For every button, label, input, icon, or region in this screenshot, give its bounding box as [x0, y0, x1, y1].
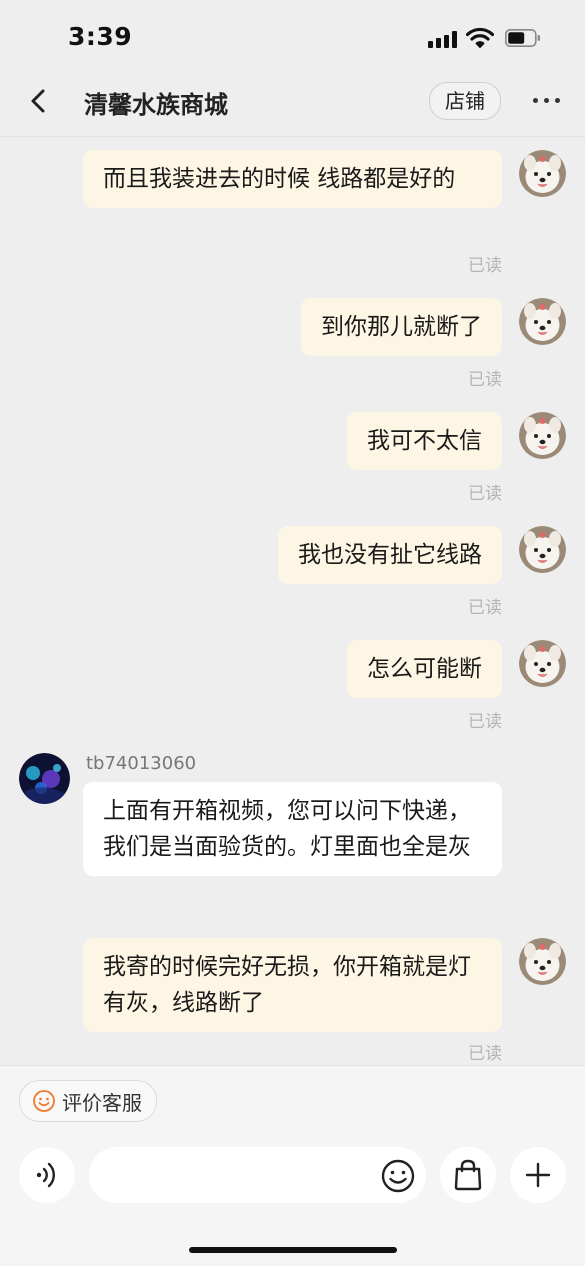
wifi-icon [466, 27, 494, 48]
shop-avatar[interactable] [19, 753, 70, 804]
message-text: 怎么可能断 [367, 656, 482, 682]
voice-icon [36, 1162, 55, 1188]
message-bubble-outgoing[interactable]: 怎么可能断 [347, 640, 502, 698]
message-text: 我寄的时候完好无损，你开箱就是灯有灰，线路断了 [103, 954, 471, 1016]
message-text: 而且我装进去的时候 线路都是好的 [103, 166, 456, 192]
shopping-bag-icon [454, 1159, 482, 1191]
rate-service-button[interactable]: 评价客服 [19, 1080, 157, 1122]
more-icon[interactable] [533, 98, 563, 106]
sender-name: tb74013060 [86, 753, 197, 774]
plus-icon [525, 1162, 551, 1188]
smile-icon [33, 1090, 55, 1112]
message-text: 到你那儿就断了 [321, 314, 482, 340]
avatar[interactable] [519, 150, 566, 197]
message-bubble-outgoing[interactable]: 我寄的时候完好无损，你开箱就是灯有灰，线路断了 [83, 938, 502, 1032]
home-indicator [189, 1247, 397, 1253]
read-status: 已读 [468, 1044, 502, 1064]
avatar[interactable] [519, 298, 566, 345]
avatar[interactable] [519, 412, 566, 459]
message-text: 上面有开箱视频，您可以问下快递，我们是当面验货的。灯里面也全是灰 [103, 798, 471, 860]
avatar[interactable] [519, 938, 566, 985]
read-status: 已读 [468, 712, 502, 732]
shop-button[interactable]: 店铺 [429, 82, 501, 120]
message-bubble-incoming[interactable]: 上面有开箱视频，您可以问下快递，我们是当面验货的。灯里面也全是灰 [83, 782, 502, 876]
read-status: 已读 [468, 370, 502, 390]
voice-button[interactable] [19, 1147, 75, 1203]
message-text: 我也没有扯它线路 [298, 542, 482, 568]
status-time: 3:39 [68, 22, 133, 51]
rate-service-label: 评价客服 [62, 1090, 142, 1115]
message-text: 我可不太信 [367, 428, 482, 454]
message-bubble-outgoing[interactable]: 到你那儿就断了 [301, 298, 502, 356]
back-icon[interactable] [24, 86, 54, 116]
battery-icon [505, 29, 540, 47]
nav-bar: 清馨水族商城 店铺 [0, 70, 585, 137]
page-title: 清馨水族商城 [84, 91, 228, 119]
message-bubble-outgoing[interactable]: 而且我装进去的时候 线路都是好的 [83, 150, 502, 208]
avatar[interactable] [519, 526, 566, 573]
message-bubble-outgoing[interactable]: 我可不太信 [347, 412, 502, 470]
signal-icon [428, 30, 458, 48]
message-bubble-outgoing[interactable]: 我也没有扯它线路 [278, 526, 502, 584]
input-bar: 评价客服 [0, 1065, 585, 1266]
read-status: 已读 [468, 256, 502, 276]
plus-button[interactable] [510, 1147, 566, 1203]
read-status: 已读 [468, 484, 502, 504]
message-list[interactable]: 而且我装进去的时候 线路都是好的 已读 到你那儿就断了 已读 我可不太信 已读 … [0, 137, 585, 1065]
read-status: 已读 [468, 598, 502, 618]
chat-screen: 3:39 清馨水族商城 店铺 而且我装进去的时候 线路都是好的 已读 到你那儿就… [0, 0, 585, 1266]
status-bar: 3:39 [0, 0, 585, 70]
message-input[interactable] [89, 1147, 426, 1203]
shopping-bag-button[interactable] [440, 1147, 496, 1203]
avatar[interactable] [519, 640, 566, 687]
emoji-icon[interactable] [379, 1157, 417, 1195]
